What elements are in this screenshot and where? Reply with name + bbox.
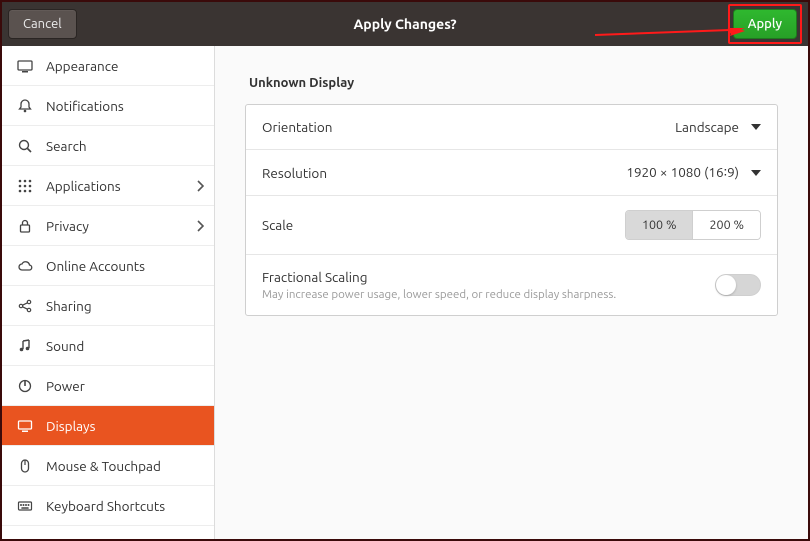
sidebar-item-sound[interactable]: Sound [2,326,214,366]
sidebar-item-search[interactable]: Search [2,126,214,166]
keyboard-icon [16,498,34,514]
fractional-scaling-row: Fractional Scaling May increase power us… [246,255,777,315]
bell-icon [16,98,34,114]
sidebar-item-label: Privacy [46,218,89,234]
sidebar-item-label: Displays [46,418,95,434]
resolution-row[interactable]: Resolution 1920 × 1080 (16∶9) [246,150,777,196]
annotation-highlight: Apply [728,4,802,44]
sidebar-item-mouse-touchpad[interactable]: Mouse & Touchpad [2,446,214,486]
chevron-down-icon [751,170,761,176]
scale-option-200[interactable]: 200 % [692,211,760,239]
appearance-icon [16,58,34,74]
sidebar-item-privacy[interactable]: Privacy [2,206,214,246]
scale-option-100[interactable]: 100 % [626,211,693,239]
sidebar-item-notifications[interactable]: Notifications [2,86,214,126]
sidebar-item-online-accounts[interactable]: Online Accounts [2,246,214,286]
chevron-right-icon [196,220,204,232]
apps-icon [16,178,34,194]
power-icon [16,378,34,394]
fractional-label: Fractional Scaling [262,269,616,285]
content: Appearance Notifications Search Application… [2,46,808,539]
scale-row: Scale 100 %200 % [246,196,777,255]
share-icon [16,298,34,314]
sidebar-item-label: Power [46,378,85,394]
chevron-down-icon [751,124,761,130]
mouse-icon [16,458,34,474]
scale-label: Scale [262,217,293,233]
settings-list: Orientation Landscape Resolution 1920 × … [245,104,778,316]
search-icon [16,138,34,154]
section-title: Unknown Display [249,76,774,90]
sidebar-item-label: Sound [46,338,84,354]
dialog-title: Apply Changes? [2,16,808,32]
resolution-label: Resolution [262,165,327,181]
fractional-sub: May increase power usage, lower speed, o… [262,288,616,301]
sidebar-item-sharing[interactable]: Sharing [2,286,214,326]
fractional-switch[interactable] [715,274,761,296]
sidebar-item-printers[interactable]: Printers [2,526,214,539]
sidebar-item-displays[interactable]: Displays [2,406,214,446]
scale-segmented: 100 %200 % [625,210,761,240]
sidebar-item-label: Sharing [46,298,92,314]
sidebar-item-label: Notifications [46,98,124,114]
music-icon [16,338,34,354]
main-panel: Unknown Display Orientation Landscape Re… [215,46,808,539]
orientation-row[interactable]: Orientation Landscape [246,105,777,150]
apply-button[interactable]: Apply [733,9,797,39]
sidebar-item-label: Keyboard Shortcuts [46,498,165,514]
sidebar: Appearance Notifications Search Application… [2,46,215,539]
sidebar-item-label: Search [46,138,87,154]
sidebar-item-label: Online Accounts [46,258,145,274]
sidebar-item-applications[interactable]: Applications [2,166,214,206]
sidebar-item-power[interactable]: Power [2,366,214,406]
sidebar-item-label: Mouse & Touchpad [46,458,161,474]
printer-icon [16,538,34,539]
resolution-value: 1920 × 1080 (16∶9) [626,164,739,181]
cancel-button[interactable]: Cancel [8,9,77,39]
cloud-icon [16,258,34,274]
orientation-value: Landscape [675,119,739,135]
sidebar-item-label: Printers [46,538,94,539]
sidebar-item-appearance[interactable]: Appearance [2,46,214,86]
sidebar-item-label: Applications [46,178,121,194]
display-icon [16,418,34,434]
lock-icon [16,218,34,234]
sidebar-item-label: Appearance [46,58,118,74]
headerbar: Cancel Apply Changes? Apply [2,2,808,46]
orientation-label: Orientation [262,119,332,135]
sidebar-item-keyboard-shortcuts[interactable]: Keyboard Shortcuts [2,486,214,526]
chevron-right-icon [196,180,204,192]
